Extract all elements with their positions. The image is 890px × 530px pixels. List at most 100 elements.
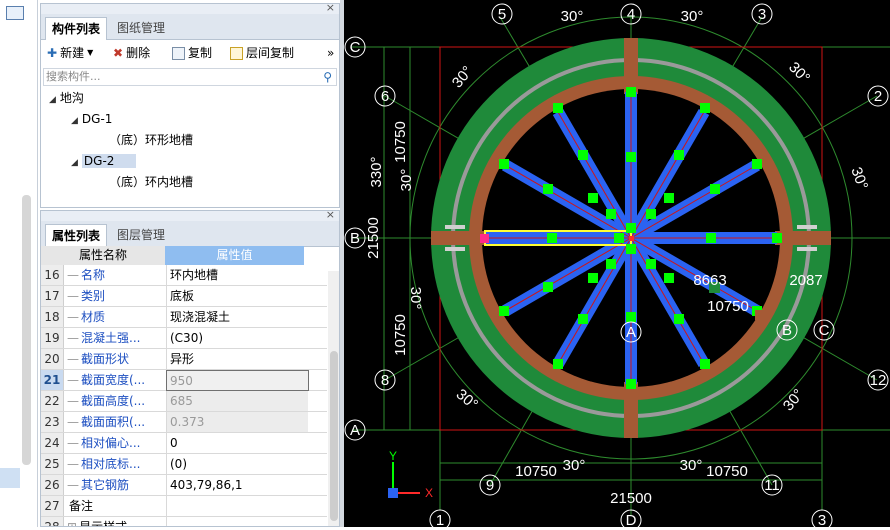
property-value[interactable]: 0.373 <box>166 412 308 432</box>
property-row[interactable]: 22— 截面高度(... 685 <box>41 391 327 412</box>
component-list-panel: × 构件列表 图纸管理 ✚ 新建 ▼ ✖ 删除 复制 层间复制 » 搜索构件..… <box>40 1 340 208</box>
property-name: — 相对偏心... <box>64 433 165 453</box>
axis-label-b-left: B <box>350 230 360 247</box>
axis-label-c-right: C <box>819 322 830 339</box>
header-property-value: 属性值 <box>165 246 304 265</box>
property-row[interactable]: 16— 名称 环内地槽 <box>41 265 327 286</box>
close-icon[interactable]: × <box>326 211 335 221</box>
tree-dash-icon: — <box>67 373 79 387</box>
tree-node-dg1-child[interactable]: （底）环形地槽 <box>109 131 193 149</box>
axis-label-3b: 3 <box>818 512 826 527</box>
property-row[interactable]: 17— 类别 底板 <box>41 286 327 307</box>
more-button[interactable]: » <box>327 44 334 62</box>
expand-icon[interactable]: ⊞ <box>67 520 77 526</box>
property-name-label: 截面高度(... <box>81 394 146 408</box>
property-name-label: 名称 <box>81 268 106 282</box>
new-button[interactable]: ✚ 新建 ▼ <box>47 44 93 62</box>
collapse-triangle-icon[interactable]: ◢ <box>49 91 56 109</box>
angle-left-top: 30° <box>449 63 477 91</box>
property-name: 备注 <box>64 496 165 516</box>
row-number: 25 <box>41 454 64 474</box>
dim-left-lower: 10750 <box>392 314 409 356</box>
collapse-triangle-icon[interactable]: ◢ <box>71 112 78 130</box>
tree-label: （底）环形地槽 <box>109 133 194 147</box>
property-row[interactable]: 28 ⊞ 显示样式 <box>41 517 327 527</box>
new-label: 新建 <box>60 46 85 60</box>
property-row[interactable]: 21— 截面宽度(... 950 <box>41 370 327 391</box>
property-row[interactable]: 18— 材质 现浇混凝土 <box>41 307 327 328</box>
ucs-x-label: X <box>425 486 433 500</box>
new-icon: ✚ <box>47 46 58 60</box>
dim-radius-outer: 2087 <box>789 272 822 289</box>
property-name: — 截面面积(... <box>64 412 165 432</box>
property-row[interactable]: 23— 截面面积(... 0.373 <box>41 412 327 433</box>
center-point[interactable] <box>629 236 634 241</box>
property-list-panel: × 属性列表 图层管理 属性名称 属性值 16— 名称 环内地槽 17— 类别 底板 18—… <box>40 210 340 527</box>
property-row[interactable]: 19— 混凝土强... (C30) <box>41 328 327 349</box>
tree-dash-icon: — <box>67 436 79 450</box>
property-value[interactable]: (0) <box>166 454 308 474</box>
row-number: 21 <box>41 370 64 390</box>
property-value[interactable]: 底板 <box>166 286 308 306</box>
axis-label-a-left: A <box>350 422 360 439</box>
close-icon[interactable]: × <box>326 1 335 14</box>
tree-dash-icon: — <box>67 310 79 324</box>
property-value[interactable]: 环内地槽 <box>166 265 308 285</box>
property-value[interactable]: 现浇混凝土 <box>166 307 308 327</box>
strip-selected-item[interactable] <box>0 468 20 488</box>
property-name-label: 混凝土强... <box>81 331 141 345</box>
property-name: — 相对底标... <box>64 454 165 474</box>
row-number: 23 <box>41 412 64 432</box>
axis-label-a-center: A <box>626 324 636 341</box>
row-number: 27 <box>41 496 64 516</box>
dim-radius-inner: 8663 <box>693 272 726 289</box>
row-number: 28 <box>41 517 64 526</box>
property-value[interactable]: 403,79,86,1 <box>166 475 308 495</box>
panel-title-strip <box>41 4 339 14</box>
cad-canvas[interactable]: 5 4 3 6 2 C B A 8 12 9 11 1 D 3 A B C 30… <box>344 0 890 530</box>
tab-drawing-management[interactable]: 图纸管理 <box>111 17 171 39</box>
property-value[interactable] <box>166 496 308 516</box>
property-row[interactable]: 24— 相对偏心... 0 <box>41 433 327 454</box>
delete-button[interactable]: ✖ 删除 <box>113 44 150 62</box>
property-row[interactable]: 26— 其它钢筋 403,79,86,1 <box>41 475 327 496</box>
axis-label-4: 4 <box>627 6 635 23</box>
tab-property-list[interactable]: 属性列表 <box>45 224 108 247</box>
tree-dash-icon: — <box>67 415 79 429</box>
copy-button[interactable]: 复制 <box>172 44 212 62</box>
ucs-icon <box>388 462 420 498</box>
chevron-down-icon: ▼ <box>87 48 94 57</box>
tree-node-dg2[interactable]: ◢ DG-2 <box>71 152 137 172</box>
property-scrollbar[interactable] <box>328 271 339 526</box>
property-value[interactable]: 950 <box>166 370 309 391</box>
property-value[interactable]: 685 <box>166 391 308 411</box>
property-value[interactable]: 异形 <box>166 349 308 369</box>
search-placeholder: 搜索构件... <box>46 70 101 83</box>
scroll-thumb[interactable] <box>330 351 338 521</box>
search-icon[interactable]: ⚲ <box>323 69 332 85</box>
property-value[interactable]: 0 <box>166 433 308 453</box>
search-input[interactable]: 搜索构件... ⚲ <box>43 68 337 86</box>
property-row[interactable]: 27 备注 <box>41 496 327 517</box>
property-value[interactable] <box>166 517 308 526</box>
delete-label: 删除 <box>126 46 151 60</box>
strip-scrollbar[interactable] <box>22 195 31 465</box>
floor-copy-button[interactable]: 层间复制 <box>230 44 294 62</box>
tab-component-list[interactable]: 构件列表 <box>45 17 108 40</box>
collapse-triangle-icon[interactable]: ◢ <box>71 154 78 172</box>
cad-app-icon[interactable] <box>6 6 24 20</box>
dim-bottom-left: 10750 <box>515 463 557 480</box>
selection-grip[interactable] <box>480 234 489 243</box>
component-tabbar: 构件列表 图纸管理 <box>41 14 339 40</box>
tab-layer-management[interactable]: 图层管理 <box>111 224 171 246</box>
tree-node-ditch[interactable]: ◢ 地沟 <box>49 89 84 107</box>
tree-dash-icon: — <box>67 268 79 282</box>
property-row[interactable]: 20— 截面形状 异形 <box>41 349 327 370</box>
tree-node-dg1[interactable]: ◢ DG-1 <box>71 110 112 128</box>
property-value[interactable]: (C30) <box>166 328 308 348</box>
cad-drawing-area[interactable]: 5 4 3 6 2 C B A 8 12 9 11 1 D 3 A B C 30… <box>344 0 890 530</box>
property-name-label: 显示样式 <box>79 520 128 527</box>
axis-label-9: 9 <box>486 477 494 494</box>
property-row[interactable]: 25— 相对底标... (0) <box>41 454 327 475</box>
tree-node-dg2-child[interactable]: （底）环内地槽 <box>109 173 193 191</box>
